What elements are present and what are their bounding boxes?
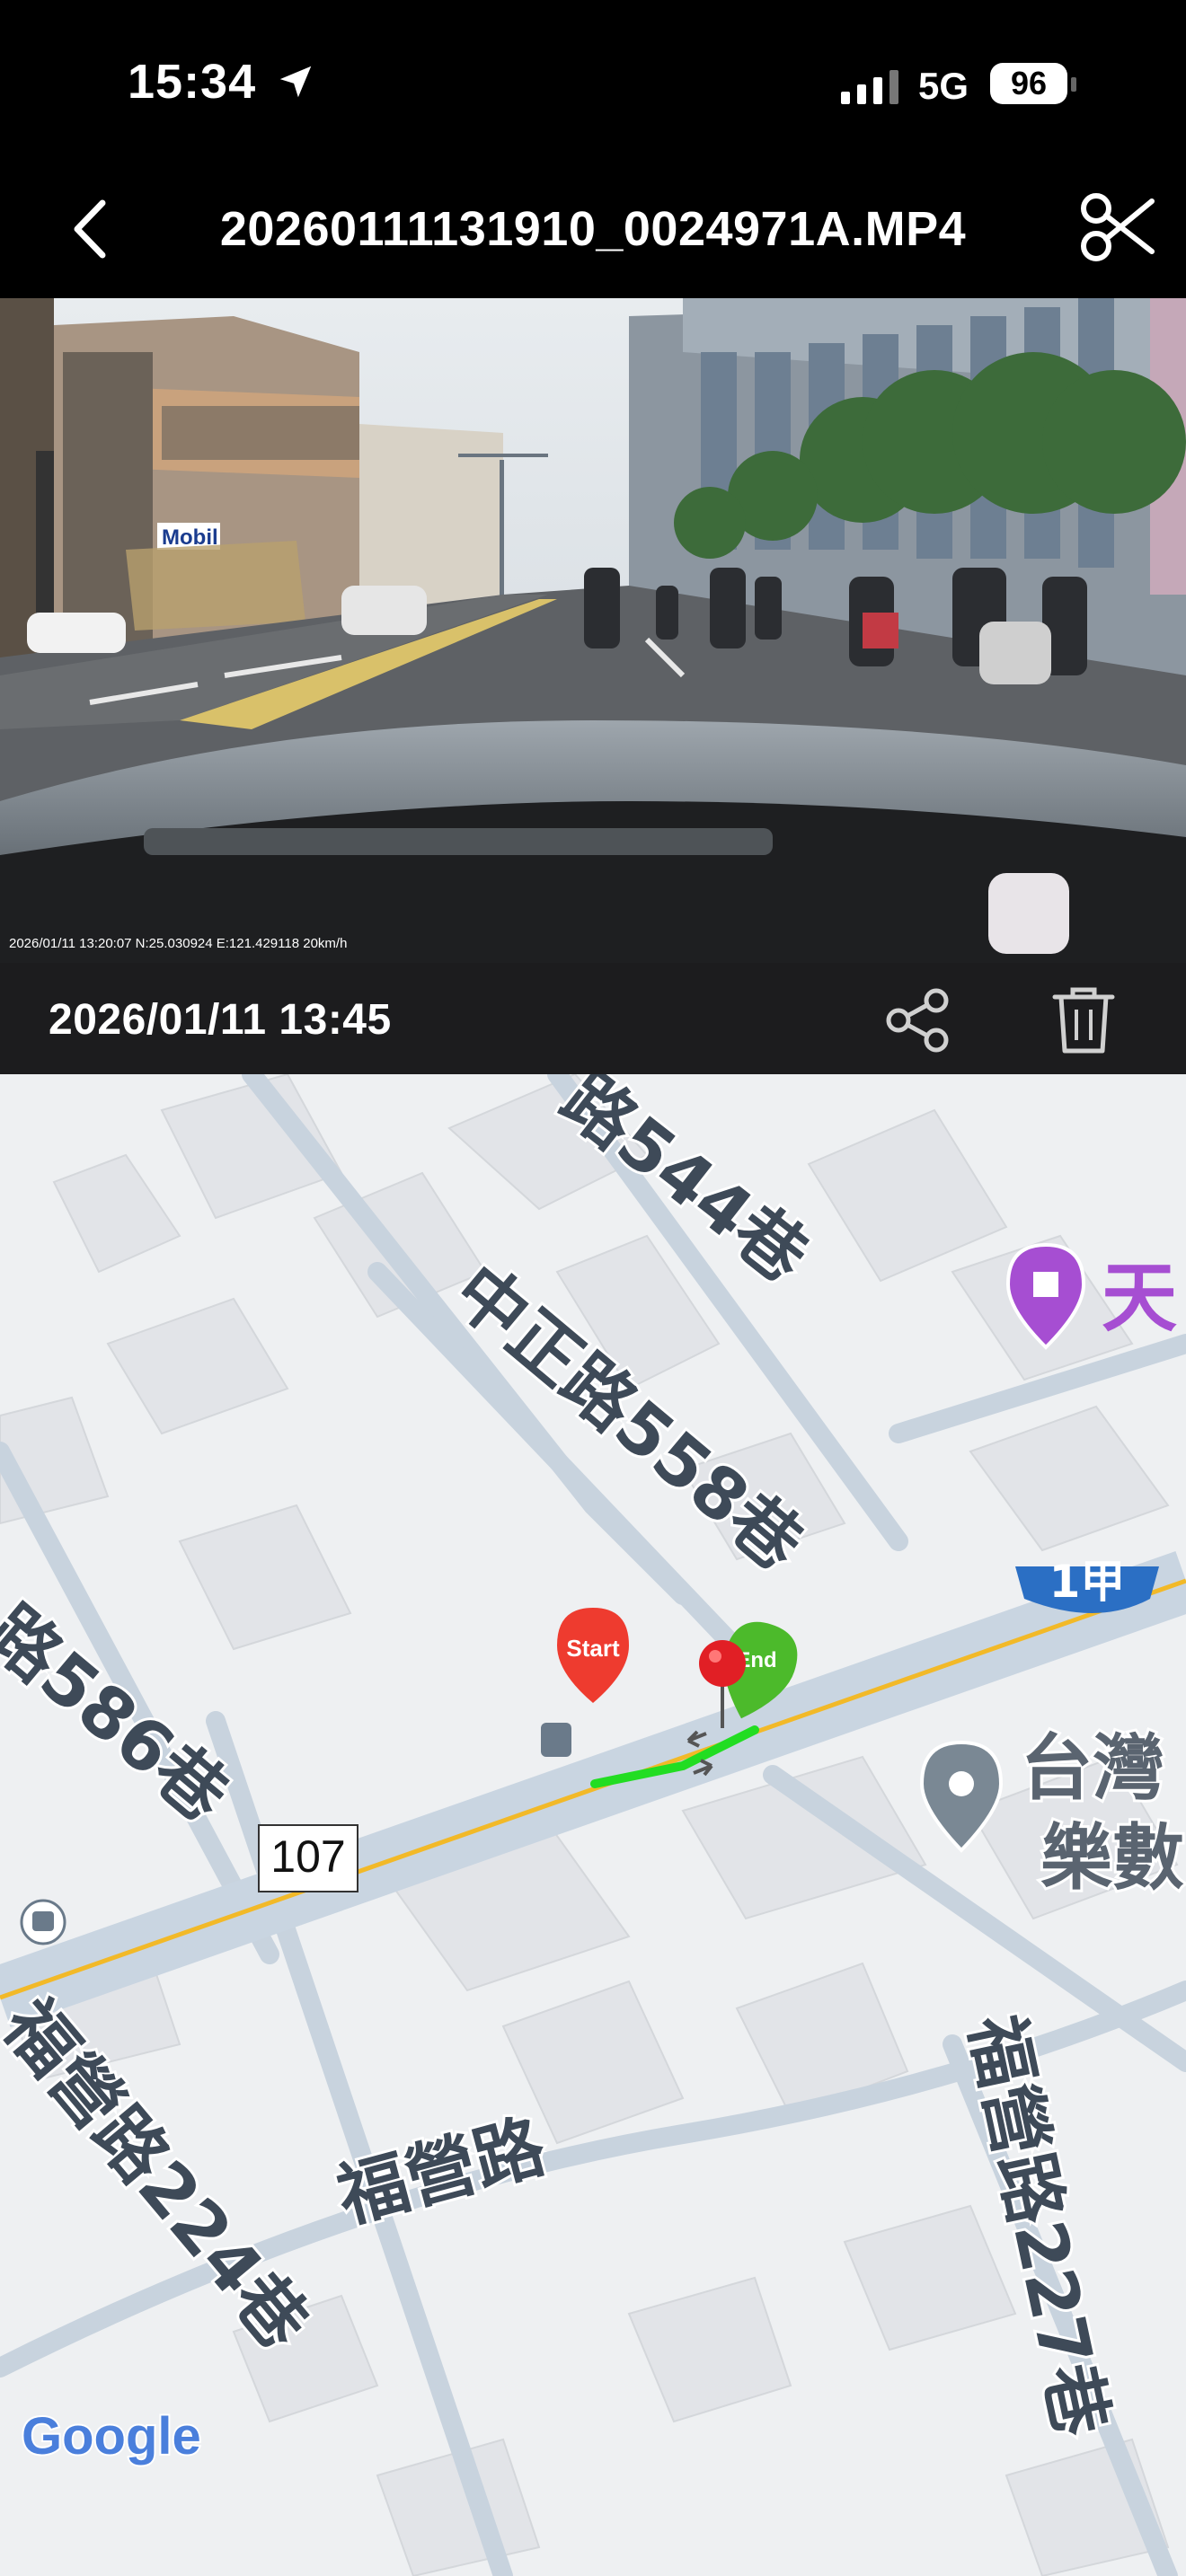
info-bar: 2026/01/11 13:45	[0, 963, 1186, 1074]
location-arrow-icon	[279, 66, 312, 98]
map-canvas: 1甲 107 路544巷 中正路558巷 路586巷 福營路224巷 福營路 福…	[0, 1074, 1186, 2576]
share-icon	[886, 988, 949, 1053]
trim-button[interactable]	[1076, 181, 1157, 271]
recording-datetime: 2026/01/11 13:45	[49, 996, 392, 1044]
bus-stop-icon-2	[541, 1723, 571, 1757]
start-pin-label: Start	[566, 1635, 620, 1662]
bus-stop-icon	[32, 1911, 54, 1931]
google-logo: Google	[20, 2405, 203, 2467]
status-time: 15:34	[128, 55, 257, 109]
poi-label-taiwan-1: 台灣	[1021, 1726, 1164, 1810]
nav-bar: 20260111131910_0024971A.MP4	[0, 162, 1186, 296]
cellular-signal-icon	[841, 68, 898, 104]
status-bar: 15:34 5G 96	[0, 0, 1186, 162]
poi-label-taiwan-2: 樂數	[1040, 1816, 1184, 1900]
delete-button[interactable]	[1048, 983, 1120, 1056]
route-107-marker: 107	[270, 1831, 345, 1882]
share-button[interactable]	[884, 986, 952, 1054]
route-map[interactable]: 1甲 107 路544巷 中正路558巷 路586巷 福營路224巷 福營路 福…	[0, 1074, 1186, 2576]
network-type: 5G	[918, 65, 969, 107]
back-button[interactable]	[61, 189, 124, 269]
svg-text:Google: Google	[22, 2407, 201, 2466]
video-filename-title: 20260111131910_0024971A.MP4	[219, 202, 967, 256]
dashcam-frame-image: Mobil	[0, 298, 1186, 963]
video-player[interactable]: Mobil 2026/01/11 13:20:07 N:25.030924 E:…	[0, 298, 1186, 963]
dashcam-overlay-text: 2026/01/11 13:20:07 N:25.030924 E:121.42…	[9, 936, 348, 951]
route-1a-shield: 1甲	[1049, 1556, 1126, 1608]
battery-tip	[1071, 77, 1076, 92]
battery-level: 96	[990, 63, 1067, 104]
trash-icon	[1052, 987, 1115, 1054]
current-position-marker-icon[interactable]	[699, 1640, 746, 1687]
scissors-icon	[1081, 193, 1155, 261]
poi-label-temple: 天	[1102, 1254, 1177, 1342]
chevron-left-icon	[74, 199, 106, 259]
